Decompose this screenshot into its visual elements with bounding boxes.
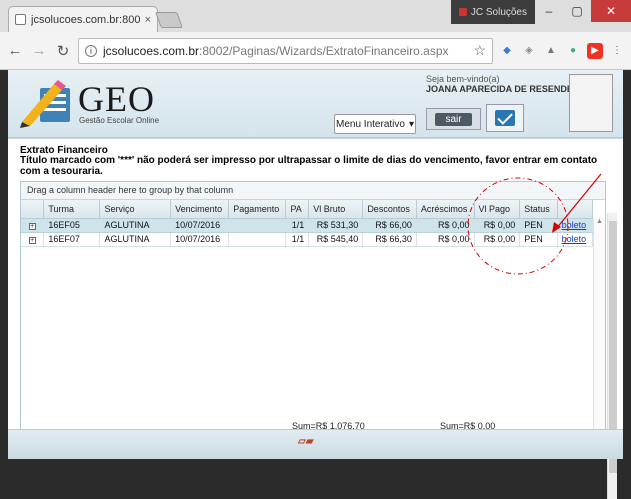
column-header-turma[interactable]: Turma bbox=[43, 200, 101, 219]
new-tab-button[interactable] bbox=[155, 12, 183, 28]
column-header-action bbox=[557, 200, 594, 219]
cell-acrescimos: R$ 0,00 bbox=[416, 232, 475, 247]
cell-turma: 16EF05 bbox=[43, 218, 101, 233]
column-header-descontos[interactable]: Descontos bbox=[362, 200, 417, 219]
profile-icon bbox=[458, 8, 467, 16]
cell-servico: AGLUTINA bbox=[99, 218, 172, 233]
column-header-acrescimos[interactable]: Acréscimos bbox=[416, 200, 475, 219]
menu-label: Menu Interativo bbox=[336, 118, 405, 130]
logout-label: sair bbox=[435, 112, 472, 126]
cell-acrescimos: R$ 0,00 bbox=[416, 218, 475, 233]
mail-icon bbox=[495, 110, 515, 126]
cell-pa: 1/1 bbox=[285, 232, 310, 247]
back-icon[interactable]: ← bbox=[6, 42, 24, 59]
scroll-up-icon[interactable]: ▲ bbox=[594, 218, 605, 225]
site-logo-subtitle: Gestão Escolar Online bbox=[79, 116, 160, 125]
financial-grid: Drag a column header here to group by th… bbox=[20, 181, 606, 443]
cell-vl-pago: R$ 0,00 bbox=[474, 218, 521, 233]
cell-vl-bruto: R$ 545,40 bbox=[308, 232, 364, 247]
table-row[interactable]: + 16EF05 AGLUTINA 10/07/2016 1/1 R$ 531,… bbox=[21, 218, 594, 233]
profile-badge[interactable]: JC Soluções bbox=[450, 0, 535, 24]
browser-tab[interactable]: jcsolucoes.com.br:8002/ × bbox=[8, 6, 158, 32]
url-host: jcsolucoes.com.br bbox=[103, 43, 200, 58]
logout-button[interactable]: sair bbox=[426, 108, 481, 130]
group-panel[interactable]: Drag a column header here to group by th… bbox=[21, 182, 605, 200]
footer-logo-icon: ▱▰ bbox=[298, 436, 314, 447]
grid-scrollbar[interactable]: ▲ bbox=[593, 218, 605, 434]
messages-button[interactable] bbox=[486, 104, 524, 132]
cell-pagamento bbox=[228, 218, 287, 233]
cell-pagamento bbox=[228, 232, 287, 247]
cell-vl-pago: R$ 0,00 bbox=[474, 232, 521, 247]
expand-column-header bbox=[21, 200, 45, 219]
address-bar[interactable]: i jcsolucoes.com.br:8002/Paginas/Wizards… bbox=[78, 37, 493, 64]
youtube-extension-icon[interactable]: ▶ bbox=[587, 42, 603, 59]
column-header-vencimento[interactable]: Vencimento bbox=[170, 200, 230, 219]
user-name: JOANA APARECIDA DE RESENDE bbox=[426, 84, 573, 94]
bookmark-star-icon[interactable]: ☆ bbox=[473, 42, 486, 59]
menu-interativo-dropdown[interactable]: Menu Interativo ▾ bbox=[334, 114, 416, 134]
cell-pa: 1/1 bbox=[285, 218, 310, 233]
cell-status: PEN bbox=[519, 218, 558, 233]
forward-icon[interactable]: → bbox=[30, 42, 48, 59]
welcome-text: Seja bem-vindo(a) bbox=[426, 74, 500, 84]
cell-servico: AGLUTINA bbox=[99, 232, 172, 247]
user-photo bbox=[569, 74, 613, 132]
profile-label: JC Soluções bbox=[470, 6, 527, 18]
site-header: GEO Gestão Escolar Online Seja bem-vindo… bbox=[8, 70, 623, 138]
web-page: GEO Gestão Escolar Online Seja bem-vindo… bbox=[8, 70, 623, 499]
column-header-pa[interactable]: PA bbox=[285, 200, 310, 219]
boleto-link[interactable]: boleto bbox=[562, 234, 587, 244]
close-tab-icon[interactable]: × bbox=[145, 14, 151, 26]
cell-vl-bruto: R$ 531,30 bbox=[308, 218, 364, 233]
expand-row-icon[interactable]: + bbox=[28, 237, 36, 244]
main-content: Extrato Financeiro Título marcado com '*… bbox=[8, 138, 623, 499]
page-favicon-icon bbox=[15, 14, 26, 25]
close-window-button[interactable]: ✕ bbox=[591, 0, 631, 22]
column-header-servico[interactable]: Serviço bbox=[99, 200, 172, 219]
footer-bar: ▱▰ bbox=[8, 429, 623, 459]
reload-icon[interactable]: ↻ bbox=[54, 42, 72, 60]
site-logo-text[interactable]: GEO bbox=[78, 78, 155, 120]
info-icon[interactable]: i bbox=[85, 44, 97, 57]
cell-descontos: R$ 66,00 bbox=[362, 218, 417, 233]
extension-icon[interactable]: ● bbox=[565, 43, 581, 59]
drive-extension-icon[interactable]: ▲ bbox=[543, 43, 559, 59]
cell-descontos: R$ 66,30 bbox=[362, 232, 417, 247]
expand-row-icon[interactable]: + bbox=[28, 223, 36, 230]
cell-status: PEN bbox=[519, 232, 558, 247]
warning-text: Título marcado com '***' não poderá ser … bbox=[20, 155, 598, 177]
dropbox-extension-icon[interactable]: ◆ bbox=[499, 43, 515, 59]
financial-table: Turma Serviço Vencimento Pagamento PA Vl… bbox=[21, 200, 594, 247]
minimize-button[interactable]: – bbox=[535, 0, 563, 22]
column-header-vl-pago[interactable]: Vl Pago bbox=[474, 200, 521, 219]
tab-title: jcsolucoes.com.br:8002/ bbox=[31, 13, 140, 26]
column-header-vl-bruto[interactable]: Vl Bruto bbox=[308, 200, 364, 219]
cell-vencimento: 10/07/2016 bbox=[170, 232, 230, 247]
url-path: :8002/Paginas/Wizards/ExtratoFinanceiro.… bbox=[199, 43, 449, 58]
pocket-extension-icon[interactable]: ◈ bbox=[521, 43, 537, 59]
maximize-button[interactable]: ▢ bbox=[563, 0, 591, 22]
table-row[interactable]: + 16EF07 AGLUTINA 10/07/2016 1/1 R$ 545,… bbox=[21, 232, 594, 247]
url-text[interactable]: jcsolucoes.com.br:8002/Paginas/Wizards/E… bbox=[103, 44, 467, 58]
column-header-status[interactable]: Status bbox=[519, 200, 558, 219]
menu-kebab-icon[interactable]: ⋮ bbox=[609, 43, 625, 59]
browser-toolbar: ← → ↻ i jcsolucoes.com.br:8002/Paginas/W… bbox=[0, 32, 631, 70]
pencil-logo-icon bbox=[20, 80, 70, 128]
chevron-down-icon: ▾ bbox=[408, 118, 414, 130]
cell-turma: 16EF07 bbox=[43, 232, 101, 247]
boleto-link[interactable]: boleto bbox=[562, 220, 587, 230]
column-header-pagamento[interactable]: Pagamento bbox=[228, 200, 287, 219]
cell-vencimento: 10/07/2016 bbox=[170, 218, 230, 233]
